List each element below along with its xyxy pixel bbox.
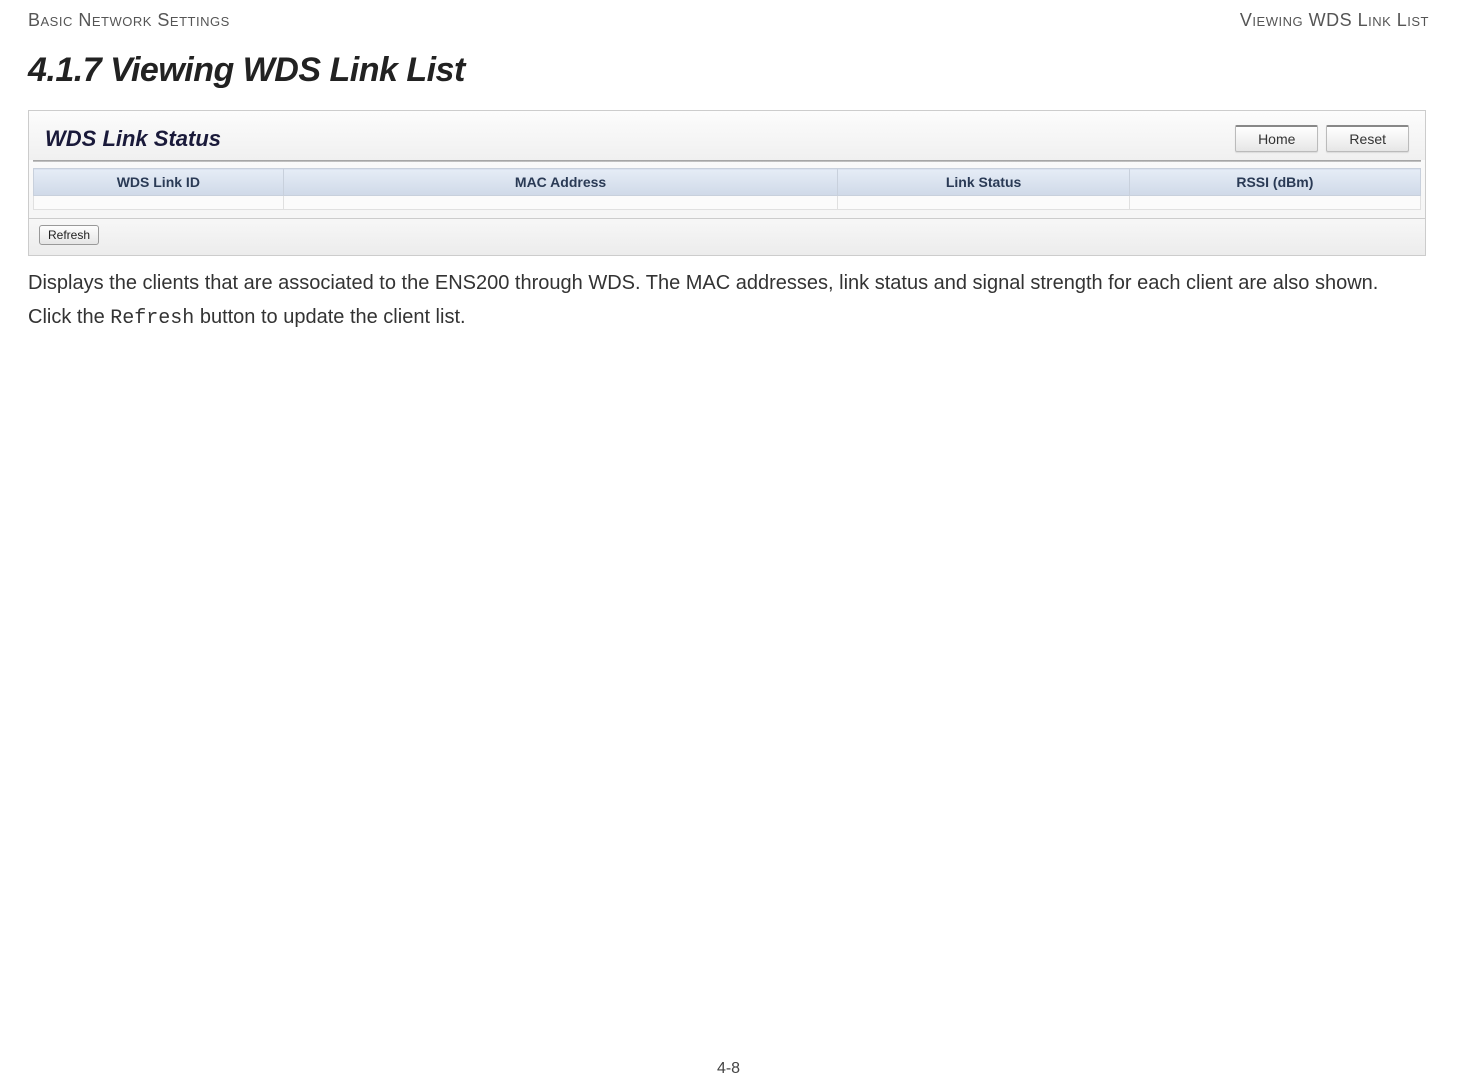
description-paragraph-2: Click the Refresh button to update the c… — [28, 304, 1429, 332]
table-header-row: WDS Link ID MAC Address Link Status RSSI… — [34, 169, 1421, 196]
cell-empty — [838, 196, 1129, 210]
section-title: 4.1.7 Viewing WDS Link List — [28, 51, 1429, 90]
col-rssi: RSSI (dBm) — [1129, 169, 1420, 196]
screenshot-panel: WDS Link Status Home Reset WDS Link ID M… — [28, 110, 1426, 256]
table-area: WDS Link ID MAC Address Link Status RSSI… — [29, 168, 1425, 218]
col-link-status: Link Status — [838, 169, 1129, 196]
p2-suffix: button to update the client list. — [194, 306, 465, 328]
description-paragraph-1: Displays the clients that are associated… — [28, 270, 1429, 296]
reset-button[interactable]: Reset — [1326, 125, 1409, 152]
table-row — [34, 196, 1421, 210]
page-header: Basic Network Settings Viewing WDS Link … — [28, 10, 1429, 31]
header-right: Viewing WDS Link List — [1240, 10, 1429, 31]
cell-empty — [283, 196, 838, 210]
screenshot-top-bar: WDS Link Status Home Reset — [29, 111, 1425, 160]
top-buttons: Home Reset — [1235, 125, 1409, 152]
p2-prefix: Click the — [28, 306, 110, 328]
panel-title: WDS Link Status — [45, 126, 221, 152]
page-number: 4-8 — [0, 1060, 1457, 1078]
divider — [33, 160, 1421, 162]
cell-empty — [1129, 196, 1420, 210]
col-wds-link-id: WDS Link ID — [34, 169, 284, 196]
refresh-code: Refresh — [110, 307, 194, 330]
col-mac-address: MAC Address — [283, 169, 838, 196]
header-left: Basic Network Settings — [28, 10, 230, 31]
refresh-button[interactable]: Refresh — [39, 225, 99, 245]
home-button[interactable]: Home — [1235, 125, 1318, 152]
wds-table: WDS Link ID MAC Address Link Status RSSI… — [33, 168, 1421, 210]
bottom-controls: Refresh — [29, 218, 1425, 255]
cell-empty — [34, 196, 284, 210]
